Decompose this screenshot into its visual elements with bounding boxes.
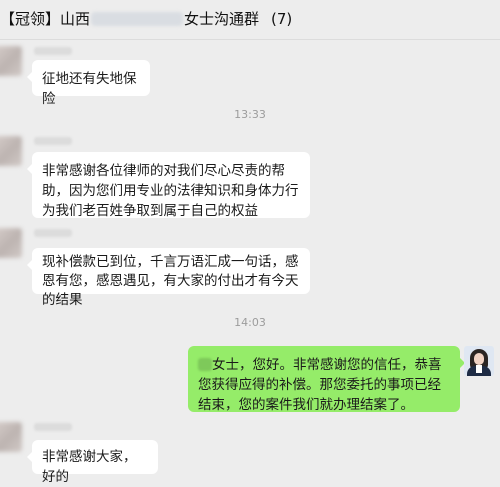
- message-text: 征地还有失地保险: [42, 71, 137, 107]
- message-text: 现补偿款已到位，千言万语汇成一句话，感恩有您，感恩遇见，有大家的付出才有今天的结…: [42, 254, 299, 308]
- sender-avatar[interactable]: [0, 136, 22, 166]
- chat-title-prefix: 【冠领】山西: [0, 10, 91, 28]
- redacted-name: [91, 12, 184, 26]
- sender-nickname: [34, 229, 72, 237]
- sender-nickname: [34, 423, 72, 431]
- sender-nickname: [34, 137, 72, 145]
- sender-nickname: [34, 47, 72, 55]
- my-avatar[interactable]: [464, 346, 494, 376]
- sender-avatar[interactable]: [0, 422, 22, 452]
- chat-title-suffix: 女士沟通群: [184, 10, 260, 28]
- message-bubble[interactable]: 现补偿款已到位，千言万语汇成一句话，感恩有您，感恩遇见，有大家的付出才有今天的结…: [27, 248, 310, 308]
- timestamp: 14:03: [234, 316, 266, 329]
- message-text: 非常感谢各位律师的对我们尽心尽责的帮助，因为您们用专业的法律知识和身体力行为我们…: [42, 163, 299, 219]
- sender-avatar[interactable]: [0, 228, 22, 258]
- my-message-bubble[interactable]: 女士，您好。非常感谢您的信任，恭喜您获得应得的补偿。那您委托的事项已经结束，您的…: [188, 346, 465, 413]
- sender-avatar[interactable]: [0, 46, 22, 76]
- chat-header: 【冠领】山西 女士沟通群 (7): [0, 0, 500, 40]
- chat-title[interactable]: 【冠领】山西 女士沟通群 (7): [0, 8, 292, 30]
- message-bubble[interactable]: 非常感谢大家，好的: [27, 440, 158, 485]
- timestamp: 13:33: [234, 108, 266, 121]
- message-text: 非常感谢大家，好的: [42, 449, 137, 485]
- message-bubble[interactable]: 非常感谢各位律师的对我们尽心尽责的帮助，因为您们用专业的法律知识和身体力行为我们…: [27, 152, 310, 219]
- message-bubble[interactable]: 征地还有失地保险: [27, 60, 150, 107]
- redacted-name: [198, 358, 212, 371]
- member-count: (7): [271, 10, 293, 28]
- message-text: 女士，您好。非常感谢您的信任，恭喜您获得应得的补偿。那您委托的事项已经结束，您的…: [198, 357, 442, 413]
